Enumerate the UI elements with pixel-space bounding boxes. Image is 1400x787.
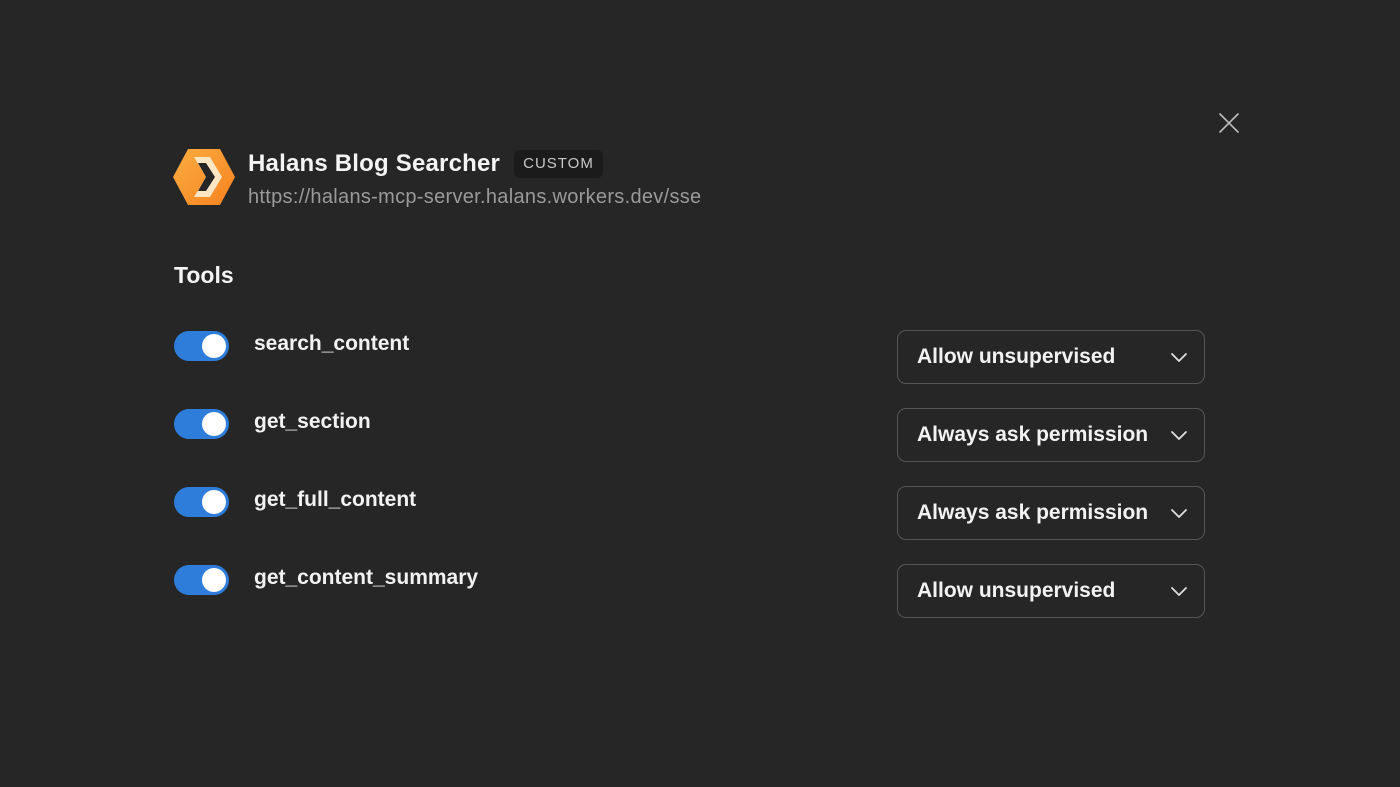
toggle-knob xyxy=(202,568,226,592)
tool-toggle[interactable] xyxy=(174,331,229,361)
server-title: Halans Blog Searcher xyxy=(248,150,501,177)
permission-value: Always ask permission xyxy=(917,501,1149,524)
chevron-down-icon xyxy=(1171,431,1187,440)
tool-name: search_content xyxy=(254,332,410,355)
close-button[interactable] xyxy=(1216,110,1242,136)
permission-select[interactable]: Always ask permission xyxy=(897,408,1205,462)
permission-select[interactable]: Always ask permission xyxy=(897,486,1205,540)
permission-value: Allow unsupervised xyxy=(917,579,1116,602)
toggle-knob xyxy=(202,490,226,514)
tool-name: get_content_summary xyxy=(254,566,479,589)
tool-name: get_section xyxy=(254,410,371,433)
permission-value: Allow unsupervised xyxy=(917,345,1116,368)
tool-name: get_full_content xyxy=(254,488,417,511)
toggle-knob xyxy=(202,334,226,358)
server-url: https://halans-mcp-server.halans.workers… xyxy=(248,186,702,208)
server-header: Halans Blog Searcher CUSTOM https://hala… xyxy=(172,146,701,209)
toggle-knob xyxy=(202,412,226,436)
server-logo-icon xyxy=(173,149,235,205)
tool-toggle[interactable] xyxy=(174,487,229,517)
tool-row-get-full-content: get_full_content Always ask permission xyxy=(174,486,1206,543)
custom-badge: CUSTOM xyxy=(514,150,603,178)
permission-value: Always ask permission xyxy=(917,423,1149,446)
tool-row-get-content-summary: get_content_summary Allow unsupervised xyxy=(174,564,1206,621)
close-icon xyxy=(1219,113,1239,133)
chevron-down-icon xyxy=(1171,509,1187,518)
tool-row-search-content: search_content Allow unsupervised xyxy=(174,330,1206,387)
tool-row-get-section: get_section Always ask permission xyxy=(174,408,1206,465)
permission-select[interactable]: Allow unsupervised xyxy=(897,564,1205,618)
permission-select[interactable]: Allow unsupervised xyxy=(897,330,1205,384)
tool-toggle[interactable] xyxy=(174,565,229,595)
chevron-down-icon xyxy=(1171,587,1187,596)
chevron-down-icon xyxy=(1171,353,1187,362)
tools-heading: Tools xyxy=(174,262,234,288)
tool-toggle[interactable] xyxy=(174,409,229,439)
